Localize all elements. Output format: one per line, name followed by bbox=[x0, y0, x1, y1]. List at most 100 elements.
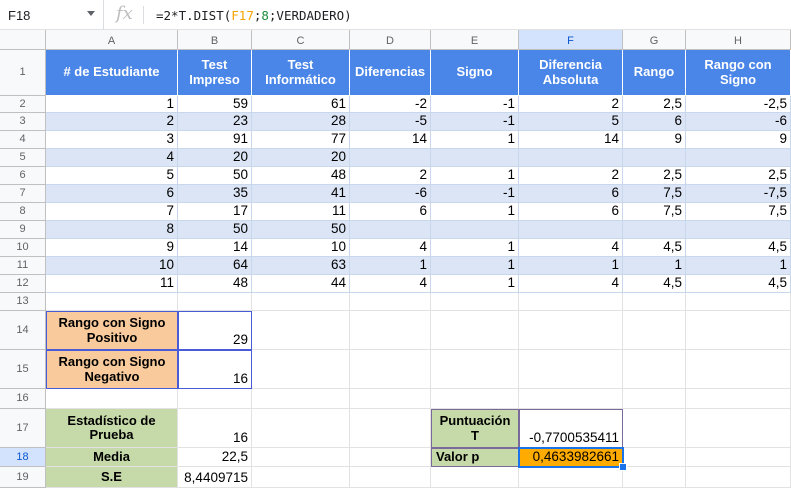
data-cell[interactable]: 4 bbox=[519, 275, 623, 293]
data-cell[interactable]: 50 bbox=[178, 221, 252, 239]
data-cell[interactable]: 17 bbox=[178, 203, 252, 221]
column-title[interactable]: Diferencias bbox=[350, 50, 431, 96]
column-header-a[interactable]: A bbox=[46, 30, 178, 50]
data-cell[interactable]: 28 bbox=[252, 113, 350, 131]
data-cell[interactable]: 4,5 bbox=[623, 275, 686, 293]
empty-cell[interactable] bbox=[46, 293, 178, 311]
empty-cell[interactable] bbox=[623, 311, 686, 350]
data-cell[interactable]: 63 bbox=[252, 257, 350, 275]
empty-cell[interactable] bbox=[623, 467, 686, 488]
data-cell[interactable]: 4 bbox=[350, 275, 431, 293]
positive-rank-value[interactable]: 29 bbox=[178, 311, 252, 350]
data-cell[interactable] bbox=[623, 149, 686, 167]
empty-cell[interactable] bbox=[252, 389, 350, 409]
data-cell[interactable]: 6 bbox=[519, 185, 623, 203]
data-cell[interactable]: 91 bbox=[178, 131, 252, 149]
row-header-15[interactable]: 15 bbox=[0, 350, 46, 389]
data-cell[interactable]: 14 bbox=[178, 239, 252, 257]
data-cell[interactable]: -2,5 bbox=[686, 96, 791, 113]
data-cell[interactable] bbox=[431, 149, 519, 167]
data-cell[interactable]: -6 bbox=[686, 113, 791, 131]
data-cell[interactable] bbox=[519, 221, 623, 239]
empty-cell[interactable] bbox=[623, 448, 686, 467]
data-cell[interactable]: 4,5 bbox=[686, 239, 791, 257]
t-score-value[interactable]: -0,7700535411 bbox=[519, 409, 623, 448]
data-cell[interactable]: 5 bbox=[46, 167, 178, 185]
column-title[interactable]: Signo bbox=[431, 50, 519, 96]
standard-error-label[interactable]: S.E bbox=[46, 467, 178, 488]
data-cell[interactable]: 4 bbox=[46, 149, 178, 167]
data-cell[interactable]: 7,5 bbox=[623, 185, 686, 203]
row-header-8[interactable]: 8 bbox=[0, 203, 46, 221]
empty-cell[interactable] bbox=[431, 350, 519, 389]
data-cell[interactable]: -6 bbox=[350, 185, 431, 203]
data-cell[interactable]: 2,5 bbox=[623, 167, 686, 185]
empty-cell[interactable] bbox=[686, 293, 791, 311]
negative-rank-label[interactable]: Rango con Signo Negativo bbox=[46, 350, 178, 389]
data-cell[interactable] bbox=[350, 149, 431, 167]
data-cell[interactable]: 77 bbox=[252, 131, 350, 149]
select-all-corner[interactable] bbox=[0, 30, 46, 50]
empty-cell[interactable] bbox=[431, 467, 519, 488]
data-cell[interactable]: 6 bbox=[46, 185, 178, 203]
data-cell[interactable]: 3 bbox=[46, 131, 178, 149]
row-header-9[interactable]: 9 bbox=[0, 221, 46, 239]
row-header-14[interactable]: 14 bbox=[0, 311, 46, 350]
fill-handle[interactable] bbox=[619, 463, 627, 471]
empty-cell[interactable] bbox=[178, 293, 252, 311]
empty-cell[interactable] bbox=[519, 293, 623, 311]
data-cell[interactable]: 4 bbox=[519, 239, 623, 257]
empty-cell[interactable] bbox=[178, 389, 252, 409]
column-title[interactable]: Rango bbox=[623, 50, 686, 96]
data-cell[interactable]: 20 bbox=[178, 149, 252, 167]
data-cell[interactable]: 1 bbox=[46, 96, 178, 113]
row-header-11[interactable]: 11 bbox=[0, 257, 46, 275]
data-cell[interactable]: 11 bbox=[252, 203, 350, 221]
data-cell[interactable]: -1 bbox=[431, 185, 519, 203]
data-cell[interactable]: 23 bbox=[178, 113, 252, 131]
column-header-f[interactable]: F bbox=[519, 30, 623, 50]
data-cell[interactable]: 4,5 bbox=[623, 239, 686, 257]
empty-cell[interactable] bbox=[623, 389, 686, 409]
empty-cell[interactable] bbox=[623, 350, 686, 389]
data-cell[interactable]: 41 bbox=[252, 185, 350, 203]
row-header-19[interactable]: 19 bbox=[0, 467, 46, 488]
column-header-g[interactable]: G bbox=[623, 30, 686, 50]
column-title[interactable]: Test Informático bbox=[252, 50, 350, 96]
mean-label[interactable]: Media bbox=[46, 448, 178, 467]
data-cell[interactable]: 20 bbox=[252, 149, 350, 167]
row-header-1[interactable]: 1 bbox=[0, 50, 46, 96]
p-value-label[interactable]: Valor p bbox=[431, 448, 519, 467]
row-header-16[interactable]: 16 bbox=[0, 389, 46, 409]
empty-cell[interactable] bbox=[686, 409, 791, 448]
data-cell[interactable]: 2 bbox=[46, 113, 178, 131]
data-cell[interactable]: 5 bbox=[519, 113, 623, 131]
column-header-e[interactable]: E bbox=[431, 30, 519, 50]
data-cell[interactable]: -1 bbox=[431, 96, 519, 113]
empty-cell[interactable] bbox=[623, 409, 686, 448]
data-cell[interactable]: 7 bbox=[46, 203, 178, 221]
data-cell[interactable]: -2 bbox=[350, 96, 431, 113]
empty-cell[interactable] bbox=[350, 448, 431, 467]
empty-cell[interactable] bbox=[46, 389, 178, 409]
data-cell[interactable]: 1 bbox=[431, 239, 519, 257]
data-cell[interactable]: 6 bbox=[519, 203, 623, 221]
empty-cell[interactable] bbox=[686, 448, 791, 467]
empty-cell[interactable] bbox=[350, 389, 431, 409]
data-cell[interactable]: 1 bbox=[431, 203, 519, 221]
column-title[interactable]: Test Impreso bbox=[178, 50, 252, 96]
data-cell[interactable]: 10 bbox=[46, 257, 178, 275]
empty-cell[interactable] bbox=[252, 409, 350, 448]
positive-rank-label[interactable]: Rango con Signo Positivo bbox=[46, 311, 178, 350]
empty-cell[interactable] bbox=[252, 311, 350, 350]
row-header-17[interactable]: 17 bbox=[0, 409, 46, 448]
chevron-down-icon[interactable] bbox=[87, 11, 95, 16]
empty-cell[interactable] bbox=[350, 409, 431, 448]
data-cell[interactable]: 7,5 bbox=[686, 203, 791, 221]
row-header-7[interactable]: 7 bbox=[0, 185, 46, 203]
empty-cell[interactable] bbox=[519, 467, 623, 488]
data-cell[interactable]: 1 bbox=[431, 257, 519, 275]
data-cell[interactable]: 35 bbox=[178, 185, 252, 203]
data-cell[interactable]: 8 bbox=[46, 221, 178, 239]
data-cell[interactable]: 1 bbox=[431, 275, 519, 293]
